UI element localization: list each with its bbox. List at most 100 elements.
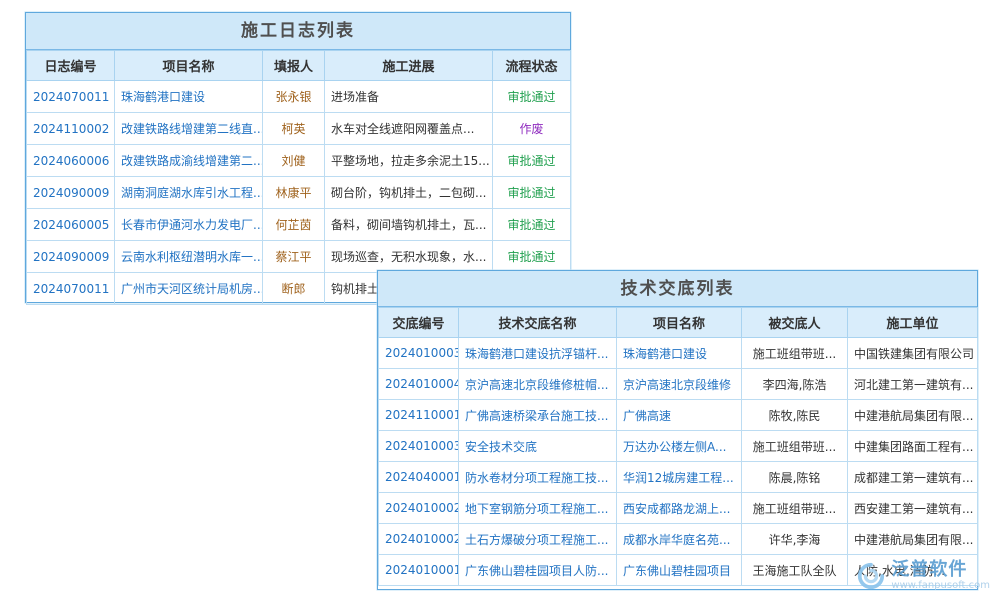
log-id-cell[interactable]: 2024060005 bbox=[27, 209, 115, 241]
log-id-cell[interactable]: 2024110002 bbox=[27, 113, 115, 145]
log-col-id: 日志编号 bbox=[27, 51, 115, 81]
log-reporter-cell: 刘健 bbox=[263, 145, 325, 177]
log-project-cell[interactable]: 长春市伊通河水力发电厂... bbox=[115, 209, 263, 241]
disclosure-col-unit: 施工单位 bbox=[848, 308, 978, 338]
log-progress-cell: 现场巡查，无积水现象，水... bbox=[325, 241, 493, 273]
status-badge: 作废 bbox=[493, 113, 571, 145]
fanpu-watermark: 泛普软件 www.fanpusoft.com bbox=[856, 560, 990, 592]
disclosure-id-cell[interactable]: 2024040001 bbox=[379, 462, 459, 493]
fanpu-watermark-text: 泛普软件 www.fanpusoft.com bbox=[891, 560, 990, 592]
table-row[interactable]: 2024070011 珠海鹤港口建设 张永银 进场准备 审批通过 bbox=[27, 81, 571, 113]
disclosure-project-cell[interactable]: 广佛高速 bbox=[617, 400, 742, 431]
disclosure-project-cell[interactable]: 西安成都路龙湖上... bbox=[617, 493, 742, 524]
log-col-status: 流程状态 bbox=[493, 51, 571, 81]
disclosure-receiver-cell: 施工班组带班... bbox=[742, 493, 848, 524]
disclosure-project-cell[interactable]: 华润12城房建工程... bbox=[617, 462, 742, 493]
log-project-cell[interactable]: 改建铁路成渝线增建第二... bbox=[115, 145, 263, 177]
status-badge: 审批通过 bbox=[493, 145, 571, 177]
log-project-cell[interactable]: 湖南洞庭湖水库引水工程... bbox=[115, 177, 263, 209]
status-badge: 审批通过 bbox=[493, 241, 571, 273]
disclosure-project-cell[interactable]: 万达办公楼左侧A... bbox=[617, 431, 742, 462]
disclosure-unit-cell: 中建集团路面工程有... bbox=[848, 431, 978, 462]
status-badge: 审批通过 bbox=[493, 81, 571, 113]
table-row[interactable]: 2024110002 改建铁路线增建第二线直... 柯英 水车对全线遮阳网覆盖点… bbox=[27, 113, 571, 145]
log-id-cell[interactable]: 2024060006 bbox=[27, 145, 115, 177]
disclosure-unit-cell: 中建港航局集团有限... bbox=[848, 524, 978, 555]
disclosure-unit-cell: 西安建工第一建筑有... bbox=[848, 493, 978, 524]
log-reporter-cell: 柯英 bbox=[263, 113, 325, 145]
fanpu-url: www.fanpusoft.com bbox=[891, 580, 990, 592]
disclosure-id-cell[interactable]: 2024010001 bbox=[379, 555, 459, 586]
log-progress-cell: 平整场地，拉走多余泥土15... bbox=[325, 145, 493, 177]
log-col-progress: 施工进展 bbox=[325, 51, 493, 81]
disclosure-name-cell[interactable]: 广佛高速桥梁承台施工技... bbox=[459, 400, 617, 431]
log-reporter-cell: 蔡江平 bbox=[263, 241, 325, 273]
log-project-cell[interactable]: 云南水利枢纽潜明水库一... bbox=[115, 241, 263, 273]
table-row[interactable]: 2024010004 京沪高速北京段维修桩帽... 京沪高速北京段维修 李四海,… bbox=[379, 369, 978, 400]
log-progress-cell: 进场准备 bbox=[325, 81, 493, 113]
table-row[interactable]: 2024110001 广佛高速桥梁承台施工技... 广佛高速 陈牧,陈民 中建港… bbox=[379, 400, 978, 431]
table-row[interactable]: 2024010003 珠海鹤港口建设抗浮锚杆... 珠海鹤港口建设 施工班组带班… bbox=[379, 338, 978, 369]
disclosure-id-cell[interactable]: 2024010002 bbox=[379, 524, 459, 555]
disclosure-id-cell[interactable]: 2024010004 bbox=[379, 369, 459, 400]
disclosure-receiver-cell: 陈牧,陈民 bbox=[742, 400, 848, 431]
log-reporter-cell: 林康平 bbox=[263, 177, 325, 209]
log-project-cell[interactable]: 珠海鹤港口建设 bbox=[115, 81, 263, 113]
disclosure-name-cell[interactable]: 珠海鹤港口建设抗浮锚杆... bbox=[459, 338, 617, 369]
log-project-cell[interactable]: 改建铁路线增建第二线直... bbox=[115, 113, 263, 145]
disclosure-receiver-cell: 陈晨,陈铭 bbox=[742, 462, 848, 493]
disclosure-project-cell[interactable]: 京沪高速北京段维修 bbox=[617, 369, 742, 400]
table-row[interactable]: 2024060006 改建铁路成渝线增建第二... 刘健 平整场地，拉走多余泥土… bbox=[27, 145, 571, 177]
disclosure-col-project: 项目名称 bbox=[617, 308, 742, 338]
table-row[interactable]: 2024090009 云南水利枢纽潜明水库一... 蔡江平 现场巡查，无积水现象… bbox=[27, 241, 571, 273]
disclosure-header-row: 交底编号 技术交底名称 项目名称 被交底人 施工单位 bbox=[379, 308, 978, 338]
status-badge: 审批通过 bbox=[493, 177, 571, 209]
construction-log-table: 日志编号 项目名称 填报人 施工进展 流程状态 2024070011 珠海鹤港口… bbox=[26, 50, 571, 305]
disclosure-unit-cell: 中国铁建集团有限公司 bbox=[848, 338, 978, 369]
table-row[interactable]: 2024040001 防水卷材分项工程施工技... 华润12城房建工程... 陈… bbox=[379, 462, 978, 493]
status-badge: 审批通过 bbox=[493, 209, 571, 241]
table-row[interactable]: 2024010002 地下室钢筋分项工程施工... 西安成都路龙湖上... 施工… bbox=[379, 493, 978, 524]
disclosure-receiver-cell: 李四海,陈浩 bbox=[742, 369, 848, 400]
disclosure-project-cell[interactable]: 广东佛山碧桂园项目 bbox=[617, 555, 742, 586]
disclosure-unit-cell: 成都建工第一建筑有... bbox=[848, 462, 978, 493]
disclosure-name-cell[interactable]: 防水卷材分项工程施工技... bbox=[459, 462, 617, 493]
log-id-cell[interactable]: 2024070011 bbox=[27, 273, 115, 305]
technical-disclosure-title: 技术交底列表 bbox=[378, 271, 977, 307]
disclosure-col-id: 交底编号 bbox=[379, 308, 459, 338]
disclosure-col-receiver: 被交底人 bbox=[742, 308, 848, 338]
disclosure-name-cell[interactable]: 土石方爆破分项工程施工... bbox=[459, 524, 617, 555]
technical-disclosure-window: 技术交底列表 交底编号 技术交底名称 项目名称 被交底人 施工单位 202401… bbox=[377, 270, 978, 590]
log-id-cell[interactable]: 2024090009 bbox=[27, 177, 115, 209]
disclosure-project-cell[interactable]: 珠海鹤港口建设 bbox=[617, 338, 742, 369]
table-row[interactable]: 2024010002 土石方爆破分项工程施工... 成都水岸华庭名苑... 许华… bbox=[379, 524, 978, 555]
log-col-project: 项目名称 bbox=[115, 51, 263, 81]
table-row[interactable]: 2024010003 安全技术交底 万达办公楼左侧A... 施工班组带班... … bbox=[379, 431, 978, 462]
log-project-cell[interactable]: 广州市天河区统计局机房... bbox=[115, 273, 263, 305]
construction-log-window: 施工日志列表 日志编号 项目名称 填报人 施工进展 流程状态 202407001… bbox=[25, 12, 571, 303]
disclosure-receiver-cell: 王海施工队全队 bbox=[742, 555, 848, 586]
log-header-row: 日志编号 项目名称 填报人 施工进展 流程状态 bbox=[27, 51, 571, 81]
log-id-cell[interactable]: 2024070011 bbox=[27, 81, 115, 113]
disclosure-receiver-cell: 施工班组带班... bbox=[742, 338, 848, 369]
log-progress-cell: 备料，砌间墙钩机排土，瓦... bbox=[325, 209, 493, 241]
fanpu-logo-icon bbox=[856, 561, 886, 591]
disclosure-id-cell[interactable]: 2024010003 bbox=[379, 338, 459, 369]
disclosure-name-cell[interactable]: 安全技术交底 bbox=[459, 431, 617, 462]
disclosure-id-cell[interactable]: 2024110001 bbox=[379, 400, 459, 431]
disclosure-name-cell[interactable]: 广东佛山碧桂园项目人防... bbox=[459, 555, 617, 586]
disclosure-id-cell[interactable]: 2024010003 bbox=[379, 431, 459, 462]
log-id-cell[interactable]: 2024090009 bbox=[27, 241, 115, 273]
disclosure-unit-cell: 中建港航局集团有限... bbox=[848, 400, 978, 431]
table-row[interactable]: 2024090009 湖南洞庭湖水库引水工程... 林康平 砌台阶，钩机排土，二… bbox=[27, 177, 571, 209]
table-row[interactable]: 2024060005 长春市伊通河水力发电厂... 何芷茵 备料，砌间墙钩机排土… bbox=[27, 209, 571, 241]
disclosure-name-cell[interactable]: 京沪高速北京段维修桩帽... bbox=[459, 369, 617, 400]
technical-disclosure-table: 交底编号 技术交底名称 项目名称 被交底人 施工单位 2024010003 珠海… bbox=[378, 307, 978, 586]
disclosure-name-cell[interactable]: 地下室钢筋分项工程施工... bbox=[459, 493, 617, 524]
disclosure-project-cell[interactable]: 成都水岸华庭名苑... bbox=[617, 524, 742, 555]
disclosure-id-cell[interactable]: 2024010002 bbox=[379, 493, 459, 524]
log-progress-cell: 水车对全线遮阳网覆盖点... bbox=[325, 113, 493, 145]
log-reporter-cell: 张永银 bbox=[263, 81, 325, 113]
construction-log-title: 施工日志列表 bbox=[26, 13, 570, 50]
disclosure-col-name: 技术交底名称 bbox=[459, 308, 617, 338]
